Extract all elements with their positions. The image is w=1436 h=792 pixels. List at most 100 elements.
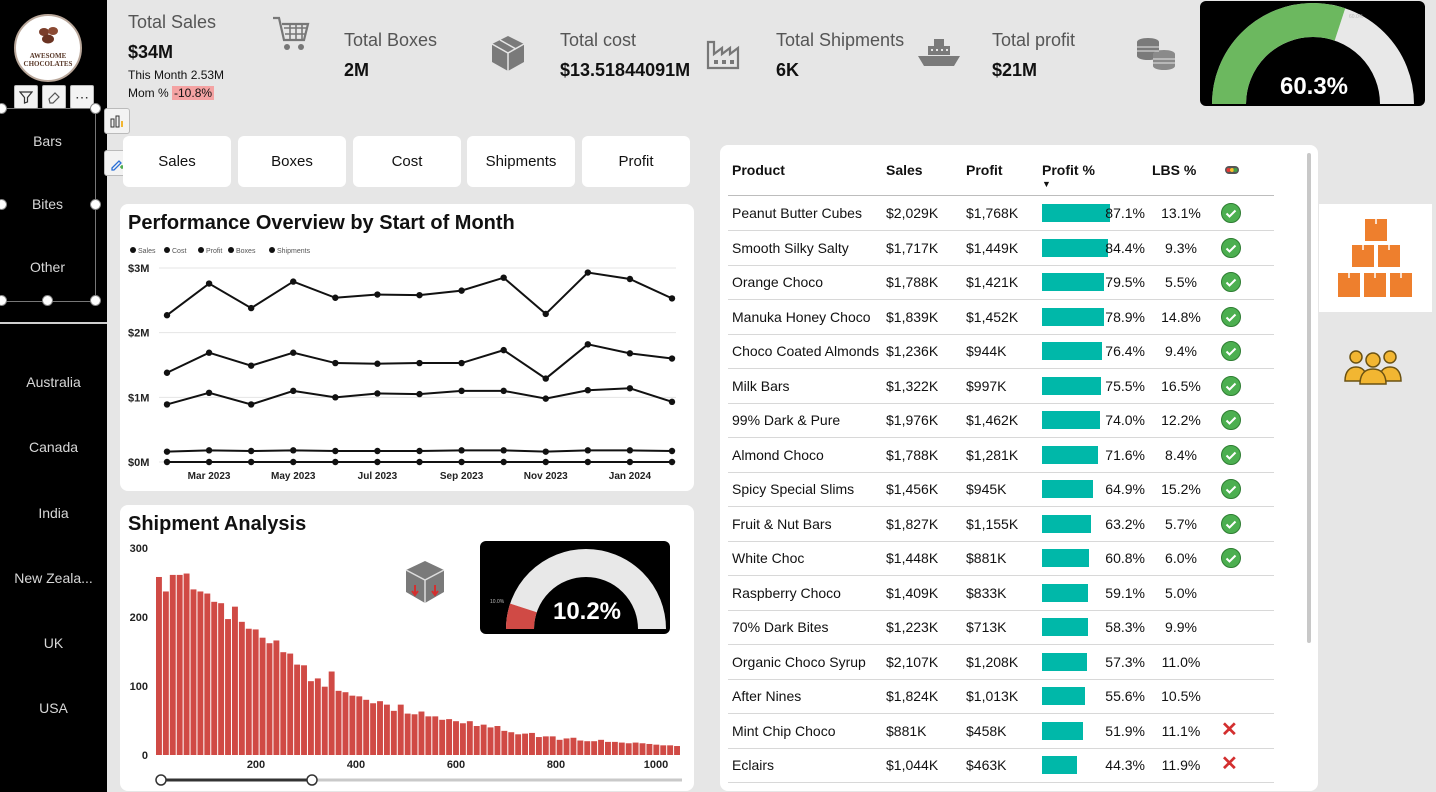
histogram-bar[interactable] [307, 681, 314, 755]
data-point-shipments[interactable] [163, 458, 171, 466]
data-point-cost[interactable] [626, 350, 634, 357]
data-point-profit[interactable] [332, 394, 339, 401]
histogram-bar[interactable] [225, 619, 231, 755]
col-header-lbs-pct[interactable]: LBS % [1152, 162, 1196, 178]
histogram-bar[interactable] [273, 640, 280, 755]
country-item-canada[interactable]: Canada [0, 439, 107, 455]
histogram-bar[interactable] [459, 723, 466, 755]
table-row[interactable]: Manuka Honey Choco $1,839K $1,452K 78.9% 14.… [728, 300, 1274, 335]
data-point-boxes[interactable] [500, 447, 507, 454]
data-point-profit[interactable] [584, 387, 592, 394]
table-row[interactable]: 70% Dark Bites $1,223K $713K 58.3% 9.9% [728, 610, 1274, 645]
data-point-profit[interactable] [247, 401, 255, 408]
histogram-bar[interactable] [639, 743, 646, 755]
data-point-sales[interactable] [668, 295, 676, 302]
histogram-bar[interactable] [432, 716, 439, 755]
data-point-shipments[interactable] [500, 458, 507, 466]
histogram-bar[interactable] [156, 576, 162, 755]
data-point-sales[interactable] [584, 269, 592, 276]
histogram-bar[interactable] [570, 737, 577, 755]
table-row[interactable]: Spicy Special Slims $1,456K $945K 64.9% 15.2… [728, 472, 1274, 507]
data-point-cost[interactable] [205, 349, 213, 356]
data-point-profit[interactable] [458, 387, 465, 395]
histogram-bar[interactable] [314, 678, 321, 755]
histogram-bar[interactable] [404, 713, 411, 755]
data-point-sales[interactable] [290, 278, 297, 285]
visual-type-button[interactable] [104, 108, 130, 134]
data-point-boxes[interactable] [542, 448, 549, 455]
data-point-profit[interactable] [500, 387, 507, 395]
data-point-boxes[interactable] [332, 447, 339, 455]
histogram-bar[interactable] [218, 603, 225, 755]
data-point-shipments[interactable] [416, 458, 423, 466]
country-item-usa[interactable]: USA [0, 700, 107, 716]
data-point-boxes[interactable] [290, 447, 297, 454]
data-point-shipments[interactable] [332, 458, 339, 466]
table-row[interactable]: After Nines $1,824K $1,013K 55.6% 10.5% [728, 679, 1274, 714]
histogram-bar[interactable] [335, 690, 342, 755]
histogram-bar[interactable] [377, 701, 383, 755]
histogram-bar[interactable] [453, 721, 459, 755]
country-item-uk[interactable]: UK [0, 635, 107, 651]
data-point-shipments[interactable] [205, 458, 213, 466]
data-point-shipments[interactable] [247, 458, 255, 466]
histogram-bar[interactable] [363, 699, 370, 755]
histogram-bar[interactable] [584, 741, 591, 755]
tab-cost[interactable]: Cost [353, 136, 461, 187]
histogram-bar[interactable] [280, 652, 287, 755]
histogram-bar[interactable] [466, 721, 473, 755]
histogram-bar[interactable] [487, 727, 494, 755]
range-slider-handle-max[interactable] [306, 774, 318, 786]
histogram-bar[interactable] [674, 746, 680, 755]
data-point-sales[interactable] [416, 291, 423, 299]
data-point-shipments[interactable] [458, 458, 465, 466]
resize-handle[interactable] [0, 295, 7, 306]
data-point-sales[interactable] [163, 312, 171, 319]
histogram-bar[interactable] [197, 591, 204, 755]
resize-handle[interactable] [42, 295, 53, 306]
histogram-bar[interactable] [605, 741, 611, 755]
data-point-profit[interactable] [416, 390, 423, 398]
col-header-profit-pct[interactable]: Profit % [1042, 162, 1095, 178]
col-header-profit[interactable]: Profit [966, 162, 1003, 178]
clear-filter-button[interactable] [42, 85, 66, 109]
histogram-bar[interactable] [625, 743, 632, 755]
data-point-profit[interactable] [163, 401, 171, 408]
col-header-sales[interactable]: Sales [886, 162, 923, 178]
table-row[interactable]: Organic Choco Syrup $2,107K $1,208K 57.3% 11… [728, 645, 1274, 680]
histogram-bar[interactable] [183, 573, 190, 755]
slicer-item-bars[interactable]: Bars [0, 133, 95, 149]
data-point-profit[interactable] [542, 395, 549, 402]
histogram-bar[interactable] [598, 739, 605, 755]
histogram-bar[interactable] [259, 637, 266, 755]
data-point-cost[interactable] [542, 375, 549, 382]
data-point-sales[interactable] [626, 275, 634, 283]
data-point-cost[interactable] [458, 359, 465, 367]
data-point-sales[interactable] [542, 310, 549, 318]
histogram-bar[interactable] [370, 703, 377, 755]
histogram-bar[interactable] [204, 593, 211, 755]
table-row[interactable]: Milk Bars $1,322K $997K 75.5% 16.5% [728, 369, 1274, 404]
table-row[interactable]: Orange Choco $1,788K $1,421K 79.5% 5.5% [728, 265, 1274, 300]
data-point-cost[interactable] [668, 355, 676, 362]
data-point-profit[interactable] [205, 389, 213, 397]
slicer-item-bites[interactable]: Bites [0, 196, 95, 212]
histogram-bar[interactable] [266, 643, 273, 755]
data-point-profit[interactable] [374, 390, 381, 397]
histogram-bar[interactable] [473, 726, 480, 755]
table-row[interactable]: Smooth Silky Salty $1,717K $1,449K 84.4% 9.3… [728, 231, 1274, 266]
histogram-bar[interactable] [321, 686, 328, 755]
histogram-bar[interactable] [287, 653, 294, 755]
histogram-bar[interactable] [190, 589, 197, 755]
histogram-bar[interactable] [349, 695, 356, 755]
country-item-new-zealand[interactable]: New Zeala... [0, 570, 107, 586]
histogram-bar[interactable] [632, 742, 639, 755]
table-row[interactable]: Peanut Butter Cubes $2,029K $1,768K 87.1% 13… [728, 196, 1274, 231]
histogram-bar[interactable] [356, 696, 363, 755]
data-point-boxes[interactable] [626, 447, 634, 454]
range-slider-handle-min[interactable] [155, 774, 167, 786]
table-row[interactable]: Almond Choco $1,788K $1,281K 71.6% 8.4% [728, 438, 1274, 473]
histogram-bar[interactable] [169, 574, 176, 755]
data-point-sales[interactable] [247, 304, 255, 312]
filter-button[interactable] [14, 85, 38, 109]
